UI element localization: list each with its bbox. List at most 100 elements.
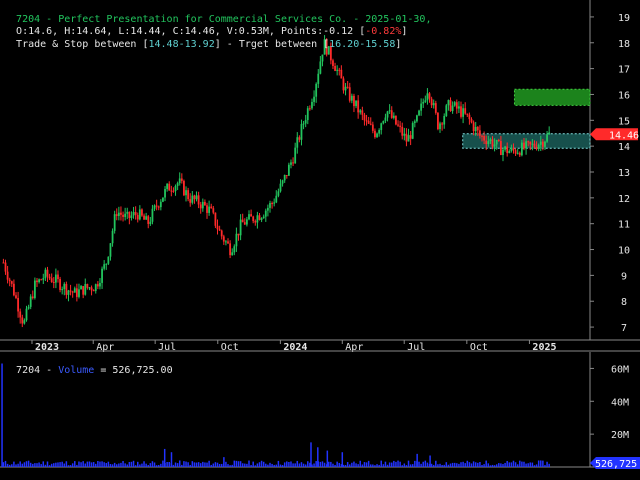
candle-body-up — [138, 209, 141, 220]
candle-body-up — [510, 147, 513, 152]
candle-body-up — [103, 264, 106, 269]
candle-body-down — [57, 274, 59, 280]
candle-body-up — [78, 289, 80, 297]
candle-body-up — [313, 96, 315, 102]
candle-body-up — [294, 147, 297, 164]
candle-body-up — [248, 214, 250, 220]
candle-body-up — [159, 201, 162, 208]
candle-body-down — [298, 137, 301, 140]
candle-body-down — [214, 212, 217, 226]
candle-body-down — [8, 279, 11, 282]
candle-body-down — [189, 199, 192, 203]
candle-body-up — [539, 141, 542, 145]
candle-body-up — [296, 137, 299, 148]
candle-body-up — [344, 86, 347, 91]
candle-body-down — [250, 214, 252, 217]
candle-body-up — [107, 256, 110, 264]
candle-body-down — [46, 269, 49, 277]
candle-body-up — [44, 269, 47, 279]
candle-body-up — [304, 120, 307, 124]
candle-body-down — [199, 204, 202, 209]
candle-body-up — [407, 135, 410, 142]
candle-body-up — [195, 195, 198, 200]
chart-canvas: 789101112131415161718192023 Apr Jul Oct 2024… — [0, 0, 640, 470]
candle-body-down — [69, 290, 72, 292]
candle-body-up — [311, 101, 313, 109]
trade-target-readout: Trade & Stop between [14.48-13.92] - Trg… — [4, 27, 401, 51]
candle-body-down — [96, 284, 99, 287]
last-price-label: 14.46 — [609, 130, 639, 141]
candle-body-up — [548, 132, 551, 135]
candle-body-up — [474, 126, 477, 132]
volume-series-name: Volume — [58, 365, 95, 376]
candle-body-up — [350, 95, 353, 101]
candle-body-down — [397, 124, 399, 126]
price-tick-label: 12 — [618, 194, 630, 205]
candle-body-down — [31, 296, 34, 298]
candle-body-up — [451, 105, 454, 112]
candle-body-down — [506, 146, 509, 154]
candle-body-up — [67, 290, 70, 295]
candle-body-down — [170, 190, 173, 192]
candle-body-down — [48, 276, 51, 279]
price-tick-label: 17 — [618, 65, 630, 76]
target-bracket: ] — [395, 39, 402, 50]
candle-body-down — [40, 279, 43, 281]
candle-body-up — [432, 103, 435, 106]
candle-body-up — [63, 283, 66, 290]
candle-body-up — [321, 54, 324, 62]
candle-body-up — [153, 205, 156, 209]
candle-body-down — [134, 211, 137, 215]
price-tick-label: 14 — [618, 142, 630, 153]
candle-body-down — [252, 216, 255, 222]
price-panel: 789101112131415161718192023 Apr Jul Oct 2024… — [0, 0, 640, 353]
candle-body-down — [136, 214, 139, 220]
candle-body-down — [371, 124, 374, 131]
candle-body-up — [279, 183, 282, 192]
candle-body-up — [269, 203, 271, 208]
candle-body-down — [128, 211, 131, 218]
target-range: 16.20-15.58 — [329, 39, 396, 50]
candle-body-up — [487, 141, 490, 145]
candle-body-up — [489, 139, 492, 142]
candle-body-down — [357, 100, 360, 113]
candle-body-up — [416, 115, 418, 122]
candle-body-up — [239, 219, 242, 236]
candle-body-down — [483, 136, 485, 141]
candle-body-down — [271, 203, 273, 205]
candle-body-up — [94, 284, 97, 291]
candle-body-up — [355, 100, 357, 107]
candle-body-down — [220, 230, 223, 237]
candle-body-down — [361, 110, 364, 115]
candle-body-up — [275, 195, 278, 203]
candle-body-up — [27, 306, 30, 309]
candle-body-down — [332, 60, 334, 67]
candle-body-up — [287, 164, 290, 176]
candle-body-down — [59, 279, 61, 290]
candle-body-up — [101, 268, 103, 283]
candle-body-down — [82, 286, 85, 295]
candle-body-down — [491, 139, 494, 147]
candle-body-down — [348, 87, 351, 101]
candle-body-up — [73, 288, 76, 293]
candle-body-down — [481, 135, 483, 137]
price-tick-label: 10 — [618, 246, 630, 257]
candle-body-down — [141, 209, 143, 216]
candle-body-down — [187, 190, 190, 200]
candle-body-up — [376, 133, 378, 138]
candle-body-down — [390, 110, 393, 118]
candle-body-up — [462, 108, 465, 117]
candle-body-down — [338, 69, 341, 71]
price-tick-label: 19 — [618, 13, 630, 24]
candle-body-down — [428, 93, 431, 99]
candle-body-up — [264, 210, 267, 217]
candle-body-up — [149, 221, 152, 224]
candle-body-down — [514, 150, 517, 154]
candle-body-up — [418, 110, 420, 116]
candle-body-up — [266, 207, 269, 211]
candle-body-up — [382, 120, 385, 124]
candle-body-up — [544, 141, 546, 147]
candle-body-up — [290, 162, 292, 165]
candle-body-up — [422, 101, 425, 104]
candle-body-down — [308, 108, 311, 110]
